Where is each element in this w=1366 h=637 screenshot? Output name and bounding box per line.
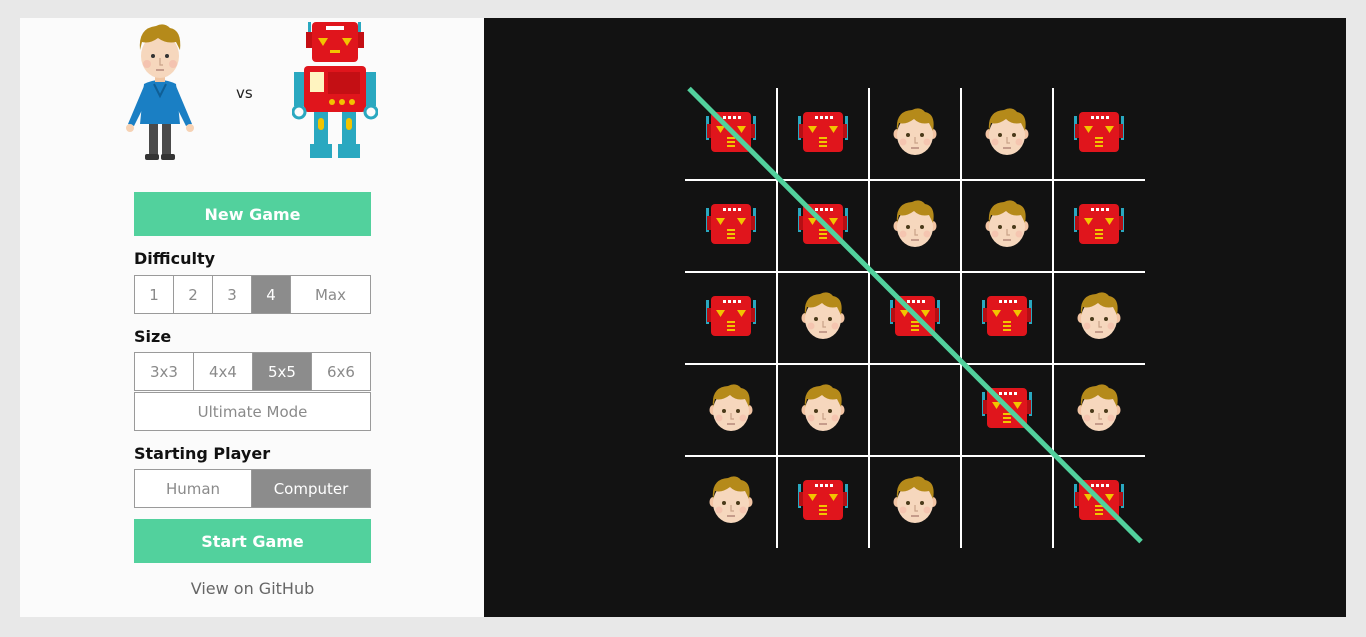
size-selector: 3x3 4x4 5x5 6x6 <box>134 352 371 391</box>
human-piece-icon <box>984 107 1030 161</box>
difficulty-selector: 1 2 3 4 Max <box>134 275 371 314</box>
github-link[interactable]: View on GitHub <box>134 579 371 598</box>
board-cell[interactable] <box>777 364 869 456</box>
board-cell[interactable] <box>685 180 777 272</box>
difficulty-option-4[interactable]: 4 <box>252 276 291 313</box>
board-cell[interactable] <box>869 456 961 548</box>
computer-player-avatar <box>292 22 378 158</box>
board-cell[interactable] <box>777 272 869 364</box>
robot-piece-icon <box>796 478 850 526</box>
human-piece-icon <box>892 199 938 253</box>
difficulty-option-2[interactable]: 2 <box>174 276 213 313</box>
size-option-6x6[interactable]: 6x6 <box>312 353 370 390</box>
robot-piece-icon <box>704 294 758 342</box>
board-cell[interactable] <box>685 364 777 456</box>
new-game-button[interactable]: New Game <box>134 192 371 236</box>
sidebar: vs New Game Difficulty 1 2 3 4 Max Size … <box>20 18 484 617</box>
starting-player-human[interactable]: Human <box>135 470 252 507</box>
robot-piece-icon <box>796 110 850 158</box>
human-player-avatar <box>126 24 194 160</box>
size-label: Size <box>134 327 172 346</box>
robot-piece-icon <box>1072 202 1126 250</box>
robot-piece-icon <box>980 294 1034 342</box>
board-cell[interactable] <box>685 272 777 364</box>
human-piece-icon <box>800 291 846 345</box>
board-cell[interactable] <box>1053 180 1145 272</box>
vs-label: vs <box>236 84 253 102</box>
board-cell[interactable] <box>1053 364 1145 456</box>
robot-piece-icon <box>704 202 758 250</box>
starting-player-selector: Human Computer <box>134 469 371 508</box>
difficulty-label: Difficulty <box>134 249 216 268</box>
board-cell[interactable] <box>1053 272 1145 364</box>
human-piece-icon <box>708 383 754 437</box>
board-cell[interactable] <box>685 456 777 548</box>
human-piece-icon <box>892 107 938 161</box>
game-board-area <box>484 18 1346 617</box>
starting-player-label: Starting Player <box>134 444 271 463</box>
difficulty-option-max[interactable]: Max <box>291 276 370 313</box>
board-cell[interactable] <box>1053 88 1145 180</box>
human-piece-icon <box>984 199 1030 253</box>
human-piece-icon <box>708 475 754 529</box>
board-cell[interactable] <box>777 456 869 548</box>
human-piece-icon <box>892 475 938 529</box>
size-option-4x4[interactable]: 4x4 <box>194 353 253 390</box>
start-game-button[interactable]: Start Game <box>134 519 371 563</box>
human-piece-icon <box>1076 383 1122 437</box>
board-cell[interactable] <box>869 180 961 272</box>
board-cell[interactable] <box>869 364 961 456</box>
ultimate-mode-toggle: Ultimate Mode <box>134 392 371 431</box>
board-cell[interactable] <box>961 180 1053 272</box>
board-cell[interactable] <box>961 272 1053 364</box>
difficulty-option-1[interactable]: 1 <box>135 276 174 313</box>
robot-piece-icon <box>1072 110 1126 158</box>
ultimate-mode-button[interactable]: Ultimate Mode <box>135 393 370 430</box>
difficulty-option-3[interactable]: 3 <box>213 276 252 313</box>
board-cell[interactable] <box>777 88 869 180</box>
human-piece-icon <box>1076 291 1122 345</box>
board-cell[interactable] <box>961 88 1053 180</box>
size-option-5x5[interactable]: 5x5 <box>253 353 312 390</box>
game-board <box>685 86 1145 548</box>
versus-panel: vs <box>20 18 484 168</box>
size-option-3x3[interactable]: 3x3 <box>135 353 194 390</box>
human-piece-icon <box>800 383 846 437</box>
starting-player-computer[interactable]: Computer <box>252 470 370 507</box>
board-cell[interactable] <box>961 456 1053 548</box>
board-cell[interactable] <box>869 88 961 180</box>
